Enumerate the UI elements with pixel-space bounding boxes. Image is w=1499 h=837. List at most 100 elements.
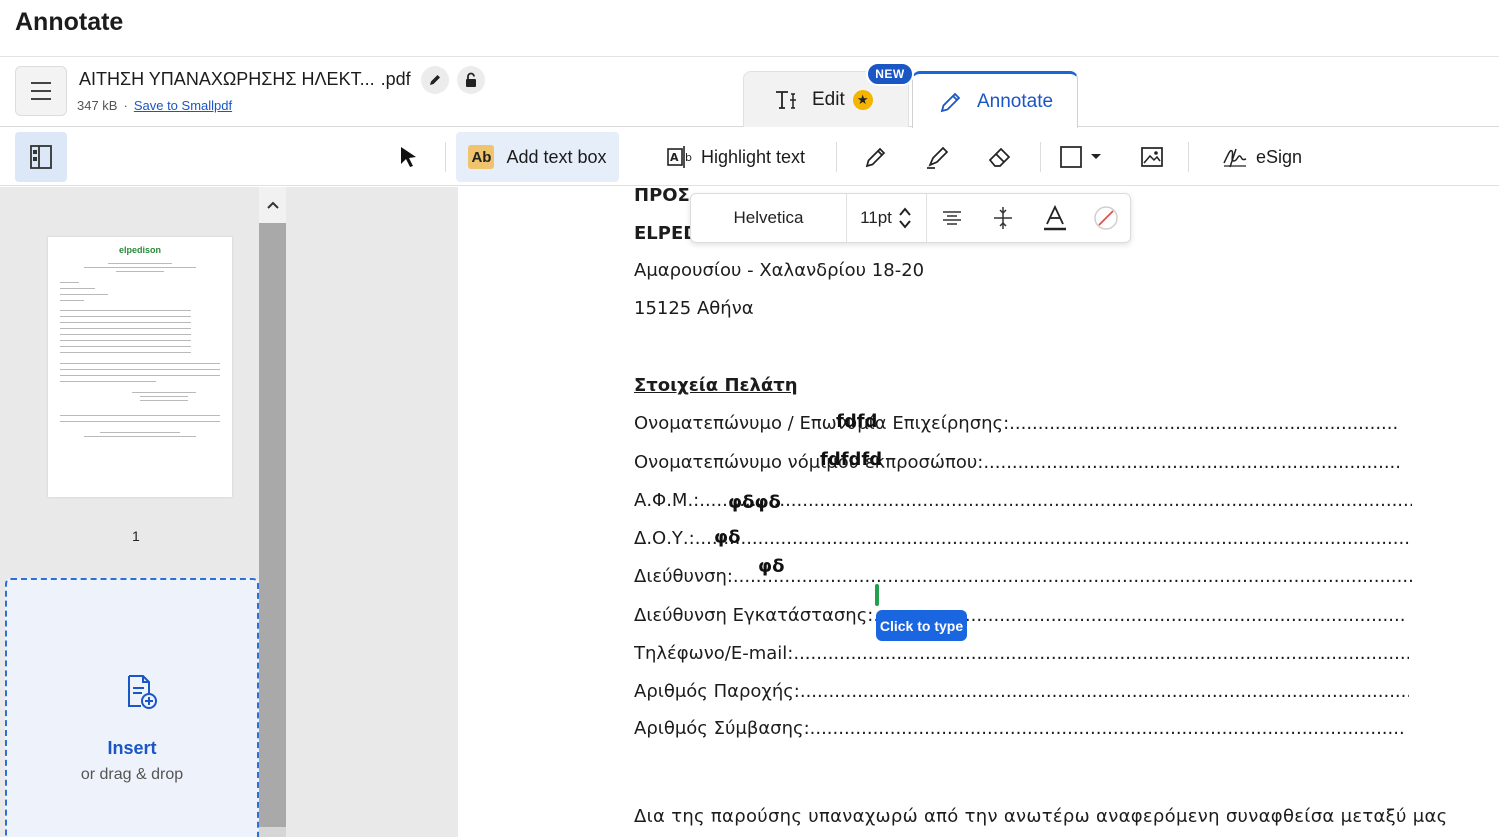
line-height-button[interactable] — [977, 194, 1029, 242]
thumbnail-line — [84, 267, 196, 268]
file-extension: .pdf — [380, 69, 411, 89]
toolbar-divider — [836, 142, 837, 172]
image-tool-button[interactable] — [1132, 132, 1172, 182]
unlock-icon — [466, 72, 476, 87]
save-to-smallpdf-link[interactable]: Save to Smallpdf — [134, 98, 232, 113]
align-center-icon — [943, 211, 961, 225]
hamburger-icon — [31, 82, 51, 84]
tab-annotate-label: Annotate — [977, 90, 1054, 112]
line-spacing-icon — [994, 207, 1012, 229]
font-family-select[interactable]: Helvetica — [691, 194, 846, 242]
thumbnail-line — [60, 340, 192, 341]
click-to-type-tooltip: Click to type — [876, 610, 967, 641]
shape-tool-button[interactable] — [1056, 132, 1106, 182]
highlight-text-button[interactable]: Ab Highlight text — [656, 132, 816, 182]
text-annotation[interactable]: fdfdfd — [820, 449, 882, 470]
rename-button[interactable] — [421, 66, 449, 94]
cursor-icon — [401, 147, 416, 167]
text-align-button[interactable] — [927, 194, 977, 242]
chevron-down-icon — [1091, 154, 1101, 159]
thumbnail-line — [60, 288, 96, 289]
thumbnail-line — [116, 271, 164, 272]
highlight-text-icon: Ab — [667, 146, 692, 168]
scrollbar-thumb[interactable] — [259, 223, 286, 827]
thumbnail-line — [60, 346, 192, 347]
postal-line: 15125 Αθήνα — [634, 298, 754, 319]
thumbnail-line — [60, 282, 80, 283]
font-size-value: 11pt — [860, 208, 892, 227]
unlock-button[interactable] — [457, 66, 485, 94]
esign-label: eSign — [1255, 146, 1303, 167]
eraser-tool-button[interactable] — [980, 132, 1020, 182]
signature-icon — [1223, 148, 1247, 168]
thumbnail-line — [60, 316, 192, 317]
file-bar: ΑΙΤΗΣΗ ΥΠΑΝΑΧΩΡΗΣΗΣ ΗΛΕΚΤ... .pdf 347 kB ·… — [0, 57, 1499, 129]
esign-button[interactable]: eSign — [1214, 132, 1310, 182]
insert-title: Insert — [107, 738, 157, 758]
page-number: 1 — [132, 528, 140, 544]
text-annotation[interactable]: φδφδ — [728, 492, 781, 513]
menu-button[interactable] — [15, 66, 67, 116]
add-file-icon — [128, 675, 157, 709]
thumbnail-line — [60, 322, 192, 323]
page-thumbnail[interactable]: elpedison — [48, 237, 232, 497]
field-line: Ονοματεπώνυμο / Επωνυμία Επιχείρησης:...… — [634, 413, 1399, 434]
pdf-page[interactable]: ΠΡΟΣ ELPED Αμαρουσίου - Χαλανδρίου 18-20… — [458, 187, 1499, 837]
svg-text:A: A — [670, 151, 679, 164]
file-name: ΑΙΤΗΣΗ ΥΠΑΝΑΧΩΡΗΣΗΣ ΗΛΕΚΤ... .pdf — [79, 69, 411, 90]
insert-dropzone[interactable]: Insert or drag & drop — [5, 578, 259, 837]
text-annotation[interactable]: fdfd — [836, 411, 877, 432]
text-color-icon — [1044, 205, 1066, 231]
thumbnail-line — [60, 415, 220, 416]
thumbnail-line — [60, 363, 220, 364]
add-text-box-button[interactable]: Ab Add text box — [456, 132, 619, 182]
text-color-button[interactable] — [1029, 194, 1081, 242]
pen-tool-button[interactable] — [856, 132, 896, 182]
company-line: ELPED — [634, 223, 699, 244]
meta-separator: · — [123, 98, 128, 113]
app-header: Annotate — [0, 0, 1499, 57]
thumbnail-line — [140, 400, 188, 401]
text-caret — [875, 584, 879, 606]
font-size-stepper[interactable]: 11pt — [847, 194, 925, 242]
pencil-icon — [940, 92, 961, 112]
background-color-button[interactable] — [1081, 194, 1131, 242]
highlighter-tool-button[interactable] — [918, 132, 958, 182]
thumbnail-line — [60, 294, 108, 295]
thumbnail-line — [60, 300, 84, 301]
scroll-up-button[interactable] — [259, 187, 286, 223]
field-line: Ονοματεπώνυμο νόμιμου εκπροσώπου:.......… — [634, 452, 1399, 473]
text-box-icon: Ab — [468, 145, 495, 169]
thumbnail-line — [100, 432, 180, 433]
highlight-text-label: Highlight text — [700, 146, 806, 167]
file-meta: 347 kB · Save to Smallpdf — [77, 98, 232, 113]
file-name-text: ΑΙΤΗΣΗ ΥΠΑΝΑΧΩΡΗΣΗΣ ΗΛΕΚΤ... — [79, 69, 375, 89]
field-line: Δ.Ο.Υ.:.................................… — [634, 528, 1411, 549]
rectangle-icon — [1060, 146, 1082, 168]
toolbar-divider — [1040, 142, 1041, 172]
toggle-sidebar-button[interactable] — [15, 132, 67, 182]
thumbnail-line — [60, 381, 156, 382]
add-text-box-label: Add text box — [506, 146, 607, 167]
select-tool-button[interactable] — [388, 132, 430, 182]
document-viewer[interactable]: ΠΡΟΣ ELPED Αμαρουσίου - Χαλανδρίου 18-20… — [286, 187, 1499, 837]
toolbar-divider — [1188, 142, 1189, 172]
thumbnail-line — [140, 396, 188, 397]
address-line: Αμαρουσίου - Χαλανδρίου 18-20 — [634, 260, 925, 281]
thumbnail-line — [132, 392, 196, 393]
text-annotation[interactable]: φδ — [714, 527, 740, 548]
field-line: Αριθμός Σύμβασης:.......................… — [634, 718, 1406, 739]
annotate-toolbar: Ab Add text box Ab Highlight text eSign — [0, 128, 1499, 186]
thumbnail-line — [60, 310, 192, 311]
text-annotation[interactable]: φδ — [758, 556, 784, 577]
image-icon — [1141, 147, 1163, 167]
star-icon: ★ — [852, 89, 873, 110]
highlighter-icon — [927, 146, 949, 169]
thumbnail-line — [60, 352, 192, 353]
insert-subtitle: or drag & drop — [80, 766, 184, 783]
pen-icon — [865, 147, 886, 168]
thumbnail-line — [60, 369, 220, 370]
field-line: Διεύθυνση Εγκατάστασης:.................… — [634, 605, 1406, 626]
tab-annotate[interactable]: Annotate — [912, 71, 1078, 129]
text-format-bar: Helvetica 11pt — [690, 193, 1131, 243]
